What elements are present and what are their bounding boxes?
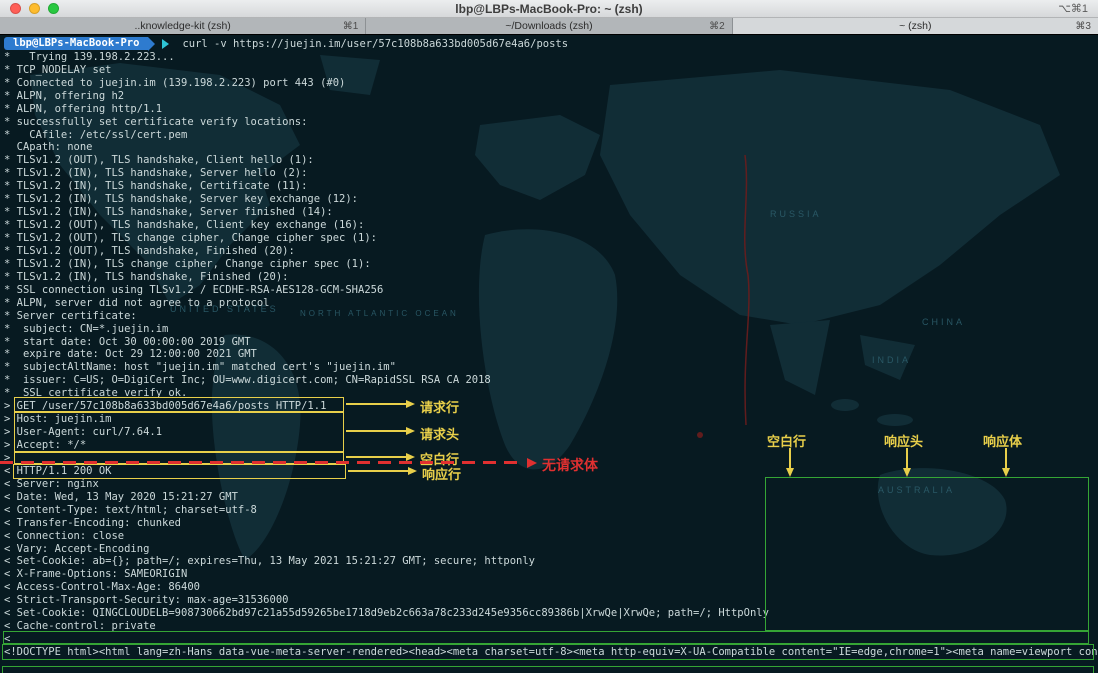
terminal-line: * TLSv1.2 (IN), TLS handshake, Server ke…	[4, 193, 359, 206]
terminal-line: < Transfer-Encoding: chunked	[4, 516, 182, 529]
terminal-line: * ALPN, server did not agree to a protoc…	[4, 296, 270, 309]
terminal-line: > User-Agent: curl/7.64.1	[4, 426, 163, 439]
terminal-line: * ALPN, offering http/1.1	[4, 102, 163, 115]
terminal-line: * TLSv1.2 (IN), TLS change cipher, Chang…	[4, 257, 371, 270]
terminal-line: <!DOCTYPE html><html lang=zh-Hans data-v…	[4, 646, 1098, 659]
terminal-line: < Date: Wed, 13 May 2020 15:21:27 GMT	[4, 490, 238, 503]
terminal-line: * start date: Oct 30 00:00:00 2019 GMT	[4, 335, 251, 348]
terminal-line: < Connection: close	[4, 529, 125, 542]
terminal-line: * TLSv1.2 (OUT), TLS handshake, Finished…	[4, 244, 295, 257]
terminal-line: < Set-Cookie: ab={}; path=/; expires=Thu…	[4, 555, 536, 568]
terminal-line: * TLSv1.2 (IN), TLS handshake, Server he…	[4, 167, 308, 180]
terminal-line: * CAfile: /etc/ssl/cert.pem	[4, 128, 188, 141]
terminal-line: * subject: CN=*.juejin.im	[4, 322, 169, 335]
tab-shortcut: ⌘1	[342, 20, 359, 32]
shell-prompt-row: lbp@LBPs-MacBook-Pro curl -v https://jue…	[4, 36, 1098, 51]
minimize-button[interactable]	[29, 3, 40, 14]
terminal-line: * Connected to juejin.im (139.198.2.223)…	[4, 76, 346, 89]
terminal-line: * subjectAltName: host "juejin.im" match…	[4, 361, 396, 374]
prompt-powerline-arrow-icon	[148, 36, 156, 51]
titlebar[interactable]: lbp@LBPs-MacBook-Pro: ~ (zsh) ⌥⌘1	[0, 0, 1098, 18]
terminal-line: < Vary: Accept-Encoding	[4, 542, 150, 555]
terminal-line: < HTTP/1.1 200 OK	[4, 464, 112, 477]
tab-label: ~/Downloads (zsh)	[505, 20, 593, 32]
prompt-host-pill: lbp@LBPs-MacBook-Pro	[4, 37, 149, 51]
tab-bar: ..knowledge-kit (zsh) ⌘1 ~/Downloads (zs…	[0, 18, 1098, 34]
terminal-lines: * Trying 139.198.2.223... * TCP_NODELAY s…	[4, 51, 1098, 659]
terminal-line: * TLSv1.2 (IN), TLS handshake, Server fi…	[4, 206, 333, 219]
terminal-line: * Trying 139.198.2.223...	[4, 50, 175, 63]
terminal-line: <	[4, 633, 11, 646]
terminal-line: * TLSv1.2 (IN), TLS handshake, Certifica…	[4, 180, 308, 193]
prompt-chevron-icon	[162, 38, 170, 49]
zoom-button[interactable]	[48, 3, 59, 14]
terminal-line: * TLSv1.2 (OUT), TLS handshake, Client k…	[4, 219, 365, 232]
tab-shortcut: ⌘3	[1075, 20, 1091, 32]
terminal-output: lbp@LBPs-MacBook-Pro curl -v https://jue…	[4, 36, 1098, 659]
terminal-line: < Strict-Transport-Security: max-age=315…	[4, 594, 289, 607]
terminal-line: > Accept: */*	[4, 439, 87, 452]
terminal-line: * Server certificate:	[4, 309, 137, 322]
tab-shortcut: ⌘2	[709, 20, 725, 32]
terminal-line: * TLSv1.2 (OUT), TLS change cipher, Chan…	[4, 232, 377, 245]
command-text: curl -v https://juejin.im/user/57c108b8a…	[182, 37, 569, 50]
terminal-line: * SSL connection using TLSv1.2 / ECDHE-R…	[4, 283, 384, 296]
terminal-line: >	[4, 451, 11, 464]
terminal-screen[interactable]: RUSSIA CHINA INDIA AUSTRALIA UNITED STAT…	[0, 35, 1098, 673]
terminal-line: < Set-Cookie: QINGCLOUDELB=908730662bd97…	[4, 607, 769, 620]
terminal-line: CApath: none	[4, 141, 93, 154]
tab-downloads[interactable]: ~/Downloads (zsh) ⌘2	[366, 18, 733, 34]
terminal-line: * issuer: C=US; O=DigiCert Inc; OU=www.d…	[4, 374, 491, 387]
traffic-lights	[10, 3, 59, 14]
terminal-line: > GET /user/57c108b8a633bd005d67e4a6/pos…	[4, 400, 327, 413]
terminal-line: * TLSv1.2 (IN), TLS handshake, Finished …	[4, 270, 289, 283]
terminal-line: * TLSv1.2 (OUT), TLS handshake, Client h…	[4, 154, 314, 167]
window-shortcut: ⌥⌘1	[1058, 3, 1088, 15]
tab-home[interactable]: ~ (zsh) ⌘3	[732, 18, 1098, 34]
terminal-line: < Content-Type: text/html; charset=utf-8	[4, 503, 257, 516]
terminal-line: < Cache-control: private	[4, 620, 156, 633]
terminal-line: * TCP_NODELAY set	[4, 63, 112, 76]
terminal-line: * successfully set certificate verify lo…	[4, 115, 308, 128]
terminal-line: * expire date: Oct 29 12:00:00 2021 GMT	[4, 348, 257, 361]
terminal-line: > Host: juejin.im	[4, 413, 112, 426]
terminal-line: < Server: nginx	[4, 477, 99, 490]
tab-label: ..knowledge-kit (zsh)	[134, 20, 231, 32]
terminal-line: * ALPN, offering h2	[4, 89, 125, 102]
terminal-line: * SSL certificate verify ok.	[4, 387, 188, 400]
terminal-window: lbp@LBPs-MacBook-Pro: ~ (zsh) ⌥⌘1 ..know…	[0, 0, 1098, 673]
window-title: lbp@LBPs-MacBook-Pro: ~ (zsh)	[455, 1, 643, 16]
terminal-line: < Access-Control-Max-Age: 86400	[4, 581, 200, 594]
tab-knowledge-kit[interactable]: ..knowledge-kit (zsh) ⌘1	[0, 18, 367, 34]
tab-label: ~ (zsh)	[899, 20, 932, 32]
terminal-line: < X-Frame-Options: SAMEORIGIN	[4, 568, 188, 581]
close-button[interactable]	[10, 3, 21, 14]
